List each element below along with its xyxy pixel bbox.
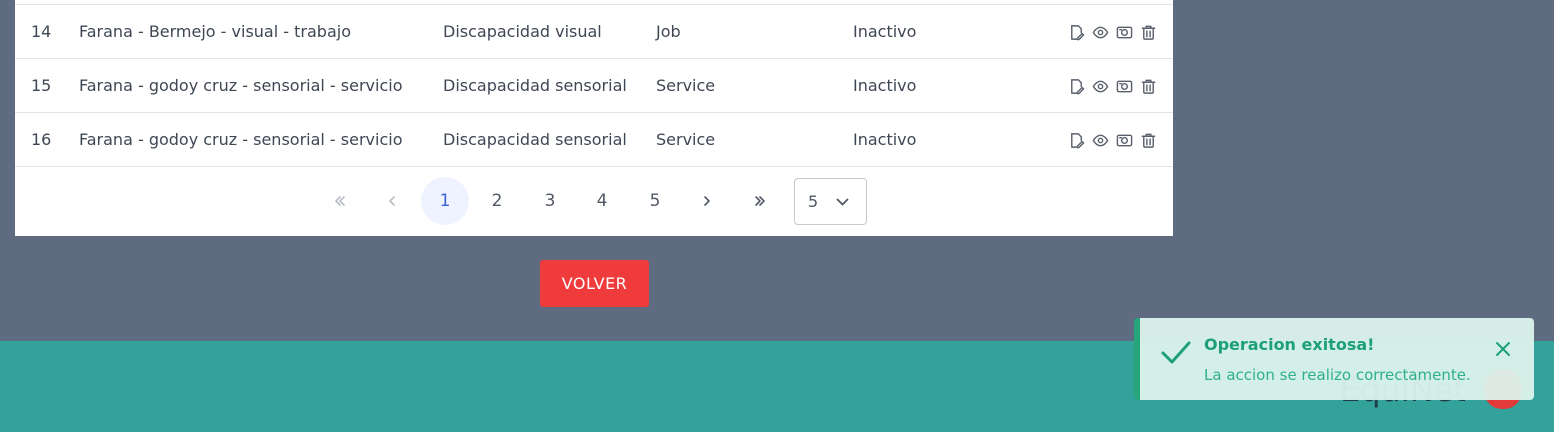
- chevron-down-icon: [836, 198, 849, 206]
- table-row: 14 Farana - Bermejo - visual - trabajo D…: [15, 4, 1173, 58]
- rows-per-page-select[interactable]: 5: [794, 178, 867, 225]
- row-actions: [1066, 76, 1158, 96]
- services-table-panel: 14 Farana - Bermejo - visual - trabajo D…: [15, 0, 1173, 236]
- first-page-button[interactable]: [316, 177, 364, 225]
- row-category: Discapacidad visual: [443, 22, 602, 41]
- success-toast: Operacion exitosa! La accion se realizo …: [1134, 318, 1534, 400]
- row-status: Inactivo: [853, 130, 917, 149]
- row-actions: [1066, 22, 1158, 42]
- row-type: Service: [656, 130, 716, 149]
- camera-icon[interactable]: [1114, 22, 1134, 42]
- row-name: Farana - godoy cruz - sensorial - servic…: [79, 130, 403, 149]
- row-category: Discapacidad sensorial: [443, 76, 627, 95]
- double-chevron-left-icon: [335, 196, 345, 206]
- row-status: Inactivo: [853, 22, 917, 41]
- camera-icon[interactable]: [1114, 130, 1134, 150]
- toast-title: Operacion exitosa!: [1204, 335, 1375, 354]
- row-category: Discapacidad sensorial: [443, 130, 627, 149]
- edit-icon[interactable]: [1066, 22, 1086, 42]
- row-id: 14: [31, 22, 52, 41]
- trash-icon[interactable]: [1138, 22, 1158, 42]
- page-button-5[interactable]: 5: [631, 177, 679, 225]
- check-icon: [1158, 334, 1194, 370]
- trash-icon[interactable]: [1138, 130, 1158, 150]
- row-name: Farana - godoy cruz - sensorial - servic…: [79, 76, 403, 95]
- chevron-right-icon: [704, 196, 710, 206]
- row-actions: [1066, 130, 1158, 150]
- eye-icon[interactable]: [1090, 22, 1110, 42]
- next-page-button[interactable]: [683, 177, 731, 225]
- back-button[interactable]: VOLVER: [540, 260, 649, 307]
- row-type: Job: [656, 22, 681, 41]
- row-name: Farana - Bermejo - visual - trabajo: [79, 22, 351, 41]
- table-row: 15 Farana - godoy cruz - sensorial - ser…: [15, 58, 1173, 112]
- page-button-1[interactable]: 1: [421, 177, 469, 225]
- table-row: 16 Farana - godoy cruz - sensorial - ser…: [15, 112, 1173, 166]
- page-button-3[interactable]: 3: [526, 177, 574, 225]
- edit-icon[interactable]: [1066, 76, 1086, 96]
- close-icon[interactable]: [1494, 340, 1512, 358]
- double-chevron-right-icon: [755, 196, 765, 206]
- row-status: Inactivo: [853, 76, 917, 95]
- pagination: 1 2 3 4 5 5: [15, 166, 1173, 236]
- trash-icon[interactable]: [1138, 76, 1158, 96]
- row-id: 16: [31, 130, 52, 149]
- last-page-button[interactable]: [736, 177, 784, 225]
- chevron-left-icon: [389, 196, 395, 206]
- edit-icon[interactable]: [1066, 130, 1086, 150]
- rows-per-page-value: 5: [808, 192, 819, 211]
- row-type: Service: [656, 76, 716, 95]
- toast-message: La accion se realizo correctamente.: [1204, 366, 1471, 384]
- prev-page-button[interactable]: [368, 177, 416, 225]
- camera-icon[interactable]: [1114, 76, 1134, 96]
- page-button-4[interactable]: 4: [578, 177, 626, 225]
- eye-icon[interactable]: [1090, 130, 1110, 150]
- page-button-2[interactable]: 2: [473, 177, 521, 225]
- row-id: 15: [31, 76, 52, 95]
- eye-icon[interactable]: [1090, 76, 1110, 96]
